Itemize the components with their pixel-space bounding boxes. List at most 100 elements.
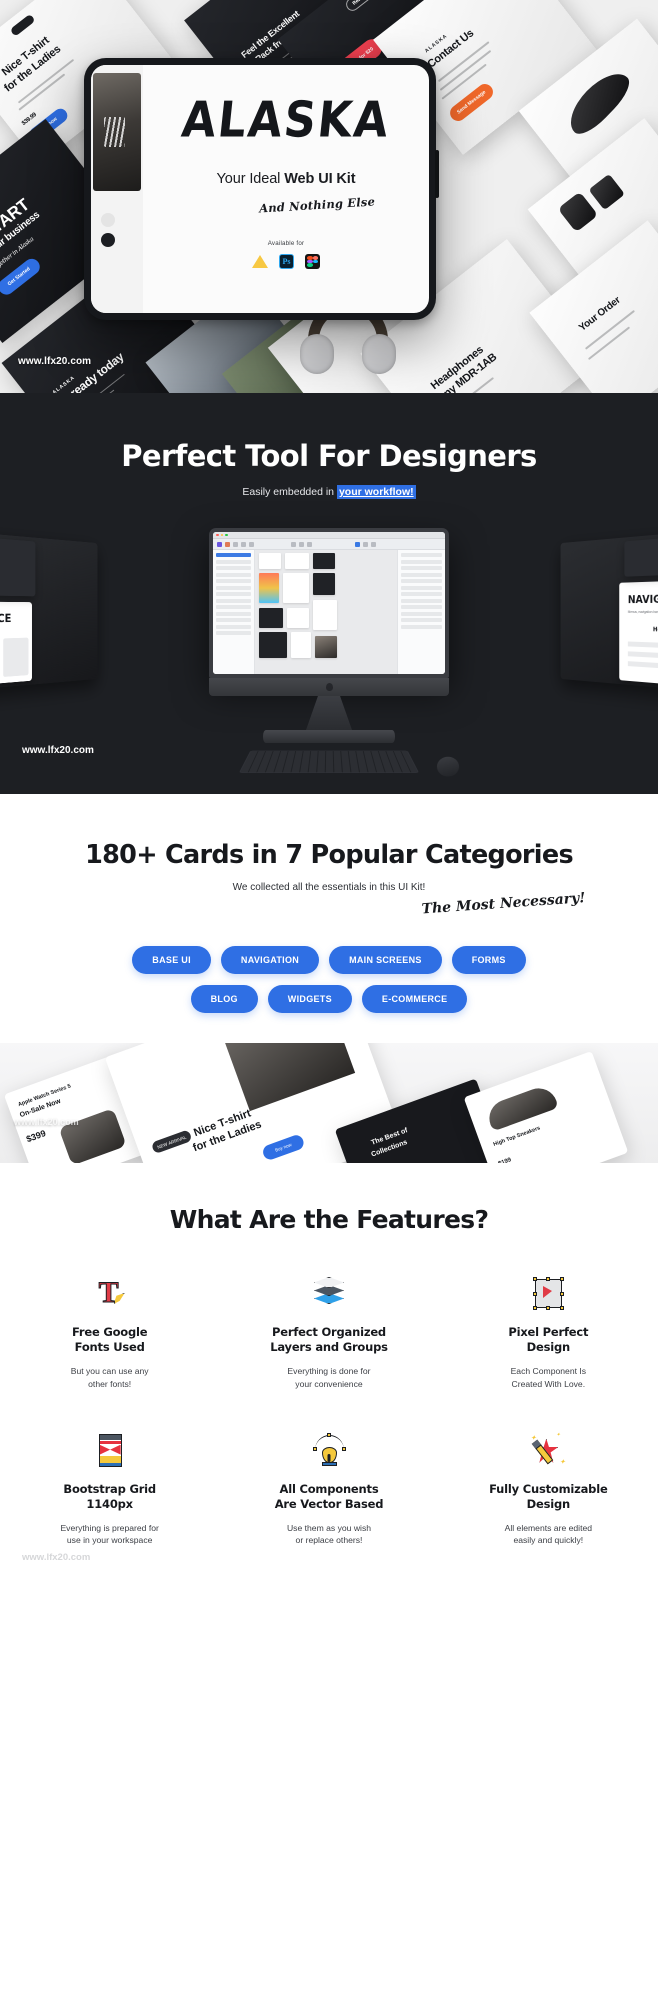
- designers-tool-section: Perfect Tool For Designers Easily embedd…: [0, 393, 658, 794]
- feature-heading-line1: Pixel Perfect: [508, 1325, 588, 1339]
- features-section: What Are the Features? T Free Google Fon…: [0, 1163, 658, 1573]
- tablet-device-mockup: ALASKA Your Ideal Web UI Kit And Nothing…: [84, 58, 436, 320]
- features-grid: T Free Google Fonts Used But you can use…: [0, 1276, 658, 1547]
- dark-section-header: Perfect Tool For Designers Easily embedd…: [0, 393, 658, 498]
- photoshop-icon[interactable]: Ps: [279, 254, 294, 269]
- feature-item-google-fonts: T Free Google Fonts Used But you can use…: [0, 1276, 219, 1391]
- imac-chin: [209, 678, 449, 696]
- showcase-tshirt-buy-button[interactable]: Buy now: [261, 1133, 306, 1161]
- mosaic-readmore-button: Read more: [343, 0, 383, 13]
- app-toolbar: [213, 539, 445, 550]
- feature-heading-line2: Design: [527, 1497, 570, 1511]
- window-titlebar: [213, 532, 445, 539]
- hero-section: Nice T-shirt for the Ladies $39.99 Buy n…: [0, 0, 658, 393]
- hero-script-line: And Nothing Else: [259, 194, 376, 215]
- design-app-window: [213, 532, 445, 674]
- categories-script-note: The Most Necessary!: [0, 885, 658, 947]
- layers-panel[interactable]: [213, 550, 255, 674]
- feature-heading: All Components Are Vector Based: [233, 1482, 424, 1512]
- available-apps-list: Ps: [252, 254, 320, 269]
- feature-desc-line2: easily and quickly!: [513, 1535, 583, 1545]
- feature-heading: Fully Customizable Design: [453, 1482, 644, 1512]
- feature-desc-line1: But you can use any: [71, 1366, 149, 1376]
- feature-desc-line2: or replace others!: [296, 1535, 363, 1545]
- feature-heading-line1: Fully Customizable: [489, 1482, 607, 1496]
- tagline-prefix: Your Ideal: [217, 171, 285, 187]
- feature-desc-line1: All elements are edited: [505, 1523, 592, 1533]
- feature-heading-line1: All Components: [280, 1482, 379, 1496]
- feature-description: Everything is prepared for use in your w…: [14, 1522, 205, 1548]
- sidebar-dot-dark[interactable]: [101, 233, 115, 247]
- category-pill-widgets[interactable]: WIDGETS: [268, 985, 352, 1013]
- inspector-panel[interactable]: [397, 550, 445, 674]
- feature-desc-line2: Created With Love.: [512, 1379, 586, 1389]
- feature-heading: Pixel Perfect Design: [453, 1325, 644, 1355]
- feature-item-layers: Perfect Organized Layers and Groups Ever…: [219, 1276, 438, 1391]
- sketch-icon[interactable]: [252, 255, 268, 268]
- feature-desc-line2: use in your workspace: [67, 1535, 153, 1545]
- category-pill-forms[interactable]: FORMS: [452, 946, 526, 974]
- imac-screen: [209, 528, 449, 678]
- landing-page: Nice T-shirt for the Ladies $39.99 Buy n…: [0, 0, 658, 1573]
- feature-description: Each Component Is Created With Love.: [453, 1365, 644, 1391]
- feature-heading-line2: Layers and Groups: [270, 1340, 388, 1354]
- left-monitor: E-COMMERCE Create a wonderful e-commerce…: [0, 527, 97, 694]
- dark-section-watermark: www.lfx20.com: [22, 745, 94, 756]
- feature-desc-line1: Each Component Is: [511, 1366, 586, 1376]
- feature-heading-line1: Perfect Organized: [272, 1325, 386, 1339]
- feature-item-vector-based: All Components Are Vector Based Use them…: [219, 1433, 438, 1548]
- feature-heading: Perfect Organized Layers and Groups: [233, 1325, 424, 1355]
- category-pill-navigation[interactable]: NAVIGATION: [221, 946, 319, 974]
- google-fonts-icon: T: [92, 1276, 128, 1312]
- hero-watermark: www.lfx20.com: [18, 356, 91, 367]
- feature-desc-line1: Everything is prepared for: [60, 1523, 158, 1533]
- tablet-side-button: [435, 150, 439, 198]
- right-monitor: NAVIGATION Menus, navigation bars and si…: [561, 527, 658, 694]
- imac-computer: [209, 528, 449, 743]
- category-pill-ecommerce[interactable]: E-COMMERCE: [362, 985, 468, 1013]
- feature-item-pixel-perfect: Pixel Perfect Design Each Component Is C…: [439, 1276, 658, 1391]
- feature-description: But you can use any other fonts!: [14, 1365, 205, 1391]
- available-for-label: Available for: [268, 240, 305, 247]
- feature-heading-line2: 1140px: [86, 1497, 132, 1511]
- feature-item-customizable: ✦ ✦ ✦ Fully Customizable Design All elem…: [439, 1433, 658, 1548]
- mosaic-order-title: Your Order: [578, 296, 623, 334]
- mouse: [436, 757, 459, 777]
- feature-description: Everything is done for your convenience: [233, 1365, 424, 1391]
- keyboard: [239, 751, 419, 773]
- category-pills: BASE UI NAVIGATION MAIN SCREENS FORMS BL…: [0, 946, 658, 1013]
- design-canvas[interactable]: [255, 550, 397, 674]
- feature-heading-line2: Fonts Used: [75, 1340, 145, 1354]
- feature-item-bootstrap-grid: Bootstrap Grid 1140px Everything is prep…: [0, 1433, 219, 1548]
- feature-desc-line2: other fonts!: [88, 1379, 131, 1389]
- desk-setup: E-COMMERCE Create a wonderful e-commerce…: [0, 528, 658, 794]
- layers-icon: [311, 1276, 347, 1312]
- right-monitor-label: NAVIGATION: [628, 593, 658, 606]
- category-pill-blog[interactable]: BLOG: [191, 985, 258, 1013]
- showcase-watch-price: $399: [25, 1129, 47, 1145]
- tagline-bold: Web UI Kit: [284, 171, 355, 187]
- feature-description: All elements are edited easily and quick…: [453, 1522, 644, 1548]
- right-monitor-sub2: Headers: [653, 626, 658, 634]
- hero-tagline: Your Ideal Web UI Kit: [217, 171, 356, 187]
- cards-showcase-strip: Apple Watch Series 5 On-Sale Now $399 NE…: [0, 1043, 658, 1163]
- customizable-pencil-icon: ✦ ✦ ✦: [530, 1433, 566, 1469]
- feature-description: Use them as you wish or replace others!: [233, 1522, 424, 1548]
- feature-heading: Free Google Fonts Used: [14, 1325, 205, 1355]
- categories-section: 180+ Cards in 7 Popular Categories We co…: [0, 794, 658, 1163]
- apple-logo-icon: [326, 683, 333, 691]
- pixel-perfect-icon: [530, 1276, 566, 1312]
- figma-icon[interactable]: [305, 254, 320, 269]
- tablet-sidebar: [91, 65, 143, 313]
- dark-section-title: Perfect Tool For Designers: [0, 439, 658, 473]
- app-body: [213, 550, 445, 674]
- sidebar-dot-light[interactable]: [101, 213, 115, 227]
- showcase-card-sneakers: High Top Sneakers $199: [464, 1051, 629, 1163]
- category-pill-main-screens[interactable]: MAIN SCREENS: [329, 946, 442, 974]
- category-pill-base-ui[interactable]: BASE UI: [132, 946, 211, 974]
- imac-neck: [306, 696, 352, 730]
- tablet-content: ALASKA Your Ideal Web UI Kit And Nothing…: [143, 65, 429, 313]
- feature-heading: Bootstrap Grid 1140px: [14, 1482, 205, 1512]
- dark-subtitle-highlight[interactable]: your workflow!: [337, 485, 416, 499]
- showcase-watermark: www.lfx20.com: [14, 1117, 79, 1127]
